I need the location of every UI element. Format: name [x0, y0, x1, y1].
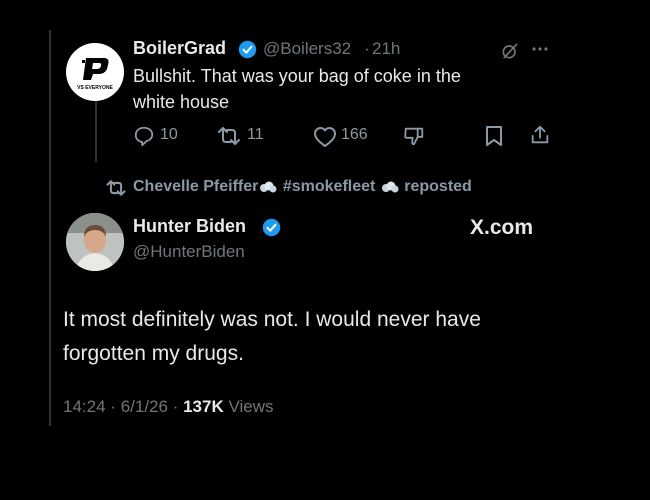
post-date[interactable]: 6/1/26	[121, 397, 168, 416]
xcom-watermark: X.com	[470, 216, 534, 239]
repost-attribution: Chevelle Pfeiffer #smokefleet reposted	[133, 178, 472, 196]
avatar-boilergrad[interactable]: VS EVERYONE	[66, 43, 124, 101]
reply-text-line-1: It most definitely was not. I would neve…	[63, 308, 481, 331]
reply-author-handle[interactable]: @HunterBiden	[133, 242, 245, 262]
reply-metadata: 14:24 · 6/1/26 · 137K Views	[63, 397, 274, 416]
repost-user[interactable]: Chevelle Pfeiffer	[133, 178, 258, 195]
avatar-caption: VS EVERYONE	[77, 85, 113, 91]
repost-count: 11	[247, 126, 264, 143]
panel-edge-divider	[49, 30, 51, 426]
grok-icon[interactable]	[500, 41, 520, 61]
more-options-icon[interactable]	[530, 44, 550, 54]
author-handle[interactable]: @Boilers32	[263, 39, 351, 59]
smoke-emoji-icon	[380, 180, 400, 194]
tweet-text-line-2: white house	[133, 92, 230, 112]
smoke-emoji-icon	[258, 180, 278, 194]
separator-dot: ·	[364, 39, 370, 58]
reply-author-name[interactable]: Hunter Biden	[133, 216, 246, 237]
reply-icon[interactable]	[133, 125, 155, 147]
repost-icon[interactable]	[216, 126, 242, 146]
timestamp[interactable]: 21h	[372, 39, 400, 59]
bookmark-icon[interactable]	[484, 125, 504, 147]
reposted-indicator-icon	[106, 180, 126, 196]
verified-badge-icon	[262, 218, 281, 237]
reply-count: 10	[160, 126, 178, 143]
purdue-logo-icon: VS EVERYONE	[77, 58, 113, 91]
profile-photo-icon	[66, 213, 124, 271]
post-time[interactable]: 14:24	[63, 397, 106, 416]
repost-action: reposted	[404, 178, 472, 195]
dislike-icon[interactable]	[403, 125, 425, 147]
author-name[interactable]: BoilerGrad	[133, 38, 226, 59]
like-icon[interactable]	[313, 126, 337, 148]
tweet-text-line-1: Bullshit. That was your bag of coke in t…	[133, 66, 461, 86]
views-label: Views	[228, 397, 274, 416]
like-count: 166	[341, 126, 368, 143]
share-icon[interactable]	[529, 124, 551, 146]
reply-text-line-2: forgotten my drugs.	[63, 342, 244, 365]
verified-badge-icon	[238, 40, 257, 59]
thread-connector-line	[95, 100, 97, 162]
repost-tag[interactable]: #smokefleet	[283, 178, 376, 195]
avatar-hunterbiden[interactable]	[66, 213, 124, 271]
views-count: 137K	[183, 397, 224, 416]
